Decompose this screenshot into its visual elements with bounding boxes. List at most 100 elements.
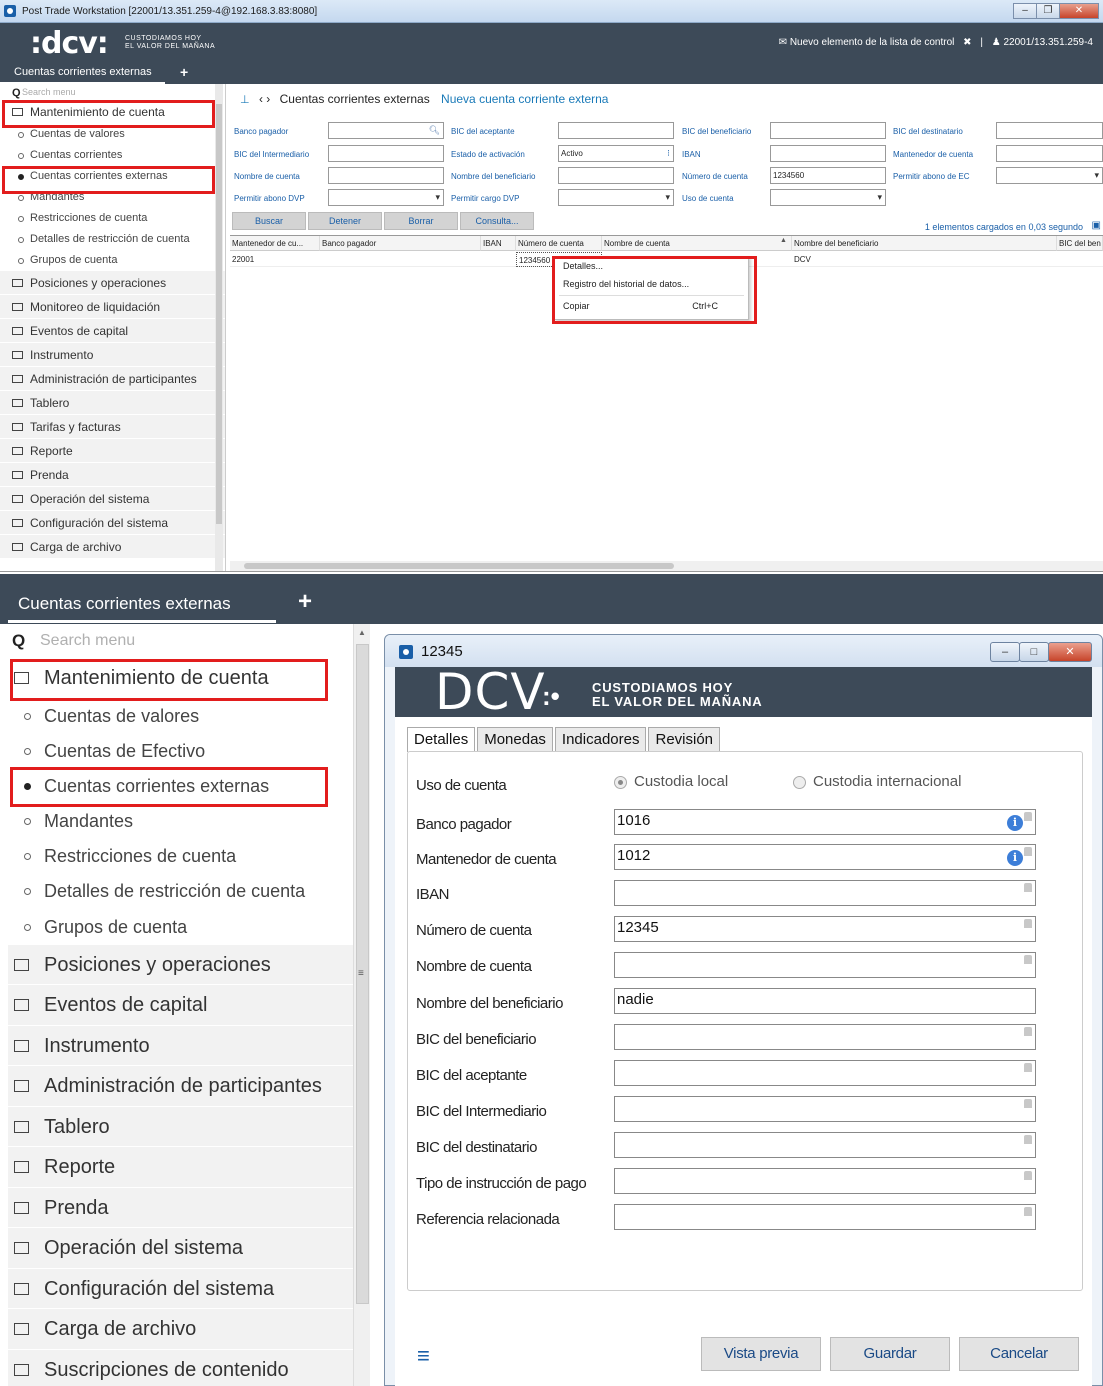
column-header[interactable]: BIC del ben [1057, 236, 1103, 251]
numero-cuenta-input[interactable]: 1234560 [770, 167, 886, 184]
bic-aceptante-input[interactable] [614, 1060, 1036, 1086]
menu-category-tarifas[interactable]: Tarifas y facturas [0, 415, 225, 439]
hamburger-menu-icon[interactable]: ≡ [417, 1343, 430, 1369]
hierarchy-icon[interactable]: ⊥ [240, 94, 250, 106]
bic-destinatario-input[interactable] [614, 1132, 1036, 1158]
menu-item-detalles-restriccion[interactable]: Detalles de restricción de cuenta [0, 229, 225, 250]
referencia-relacionada-input[interactable] [614, 1204, 1036, 1230]
search-menu[interactable]: Q Search menu [0, 84, 225, 100]
menu-item-cuentas-efectivo[interactable]: Cuentas de Efectivo [8, 734, 353, 769]
menu-category-instrumento[interactable]: Instrumento [8, 1025, 353, 1067]
menu-category-eventos[interactable]: Eventos de capital [0, 319, 225, 343]
menu-item-restricciones[interactable]: Restricciones de cuenta [8, 839, 353, 874]
tab-indicadores[interactable]: Indicadores [554, 727, 647, 751]
menu-category-administracion[interactable]: Administración de participantes [8, 1066, 353, 1107]
maximize-button[interactable]: □ [1019, 642, 1049, 662]
back-icon[interactable]: ‹ [259, 92, 263, 106]
menu-category-operacion[interactable]: Operación del sistema [0, 487, 225, 511]
column-header[interactable]: IBAN [481, 236, 516, 251]
column-header[interactable]: Nombre de cuenta [602, 236, 792, 251]
tipo-instruccion-input[interactable] [614, 1168, 1036, 1194]
menu-category-configuracion[interactable]: Configuración del sistema [0, 511, 225, 535]
tab-revision[interactable]: Revisión [648, 727, 721, 751]
detener-button[interactable]: Detener [308, 212, 382, 230]
nombre-cuenta-input[interactable] [328, 167, 444, 184]
permitir-abono-dvp-select[interactable] [328, 189, 444, 206]
menu-category-posiciones[interactable]: Posiciones y operaciones [0, 271, 225, 295]
menu-category-prenda[interactable]: Prenda [0, 463, 225, 487]
forward-icon[interactable]: › [266, 92, 270, 106]
add-tab-button[interactable]: + [180, 64, 188, 80]
search-menu[interactable]: Q Search menu [8, 624, 353, 658]
mantenedor-input[interactable] [996, 145, 1103, 162]
cell-mantenedor[interactable]: 22001 [230, 252, 320, 267]
menu-category-monitoreo[interactable]: Monitoreo de liquidación [0, 295, 225, 319]
bic-intermediario-input[interactable] [328, 145, 444, 162]
tab-cuentas-corrientes-externas[interactable]: Cuentas corrientes externas [18, 594, 231, 614]
cancelar-button[interactable]: Cancelar [959, 1337, 1079, 1371]
menu-category-eventos[interactable]: Eventos de capital [8, 985, 353, 1026]
bic-destinatario-input[interactable] [996, 122, 1103, 139]
menu-item-grupos[interactable]: Grupos de cuenta [8, 910, 353, 945]
vista-previa-button[interactable]: Vista previa [701, 1337, 821, 1371]
radio-button[interactable] [614, 776, 627, 789]
sidebar-scrollbar[interactable] [215, 84, 223, 571]
tab-monedas[interactable]: Monedas [477, 727, 553, 751]
consulta-button[interactable]: Consulta... [460, 212, 534, 230]
search-input[interactable]: Search menu [40, 632, 135, 649]
radio-custodia-internacional[interactable]: Custodia internacional [793, 773, 961, 790]
menu-category-configuracion[interactable]: Configuración del sistema [8, 1268, 353, 1310]
estado-activacion-select[interactable]: Activo ⁝ [558, 145, 674, 162]
uso-cuenta-select[interactable] [770, 189, 886, 206]
search-icon[interactable]: 🔍︎ [429, 123, 440, 138]
menu-category-operacion[interactable]: Operación del sistema [8, 1228, 353, 1269]
bic-beneficiario-input[interactable] [614, 1024, 1036, 1050]
info-icon[interactable]: i [1007, 850, 1023, 866]
menu-item-detalles-restriccion[interactable]: Detalles de restricción de cuenta [8, 874, 353, 909]
buscar-button[interactable]: Buscar [232, 212, 306, 230]
menu-item-grupos[interactable]: Grupos de cuenta [0, 250, 225, 271]
bic-intermediario-input[interactable] [614, 1096, 1036, 1122]
minimize-button[interactable]: – [990, 642, 1020, 662]
scrollbar-thumb[interactable] [244, 563, 674, 569]
watchlist-link[interactable]: Nuevo elemento de la lista de control [790, 37, 955, 48]
menu-category-carga[interactable]: Carga de archivo [0, 535, 225, 559]
tab-detalles[interactable]: Detalles [407, 727, 476, 752]
column-header[interactable]: Nombre del beneficiario [792, 236, 1057, 251]
cell-beneficiario[interactable]: DCV [792, 252, 1057, 267]
bic-beneficiario-input[interactable] [770, 122, 886, 139]
search-input[interactable]: Search menu [22, 87, 76, 97]
nombre-beneficiario-input[interactable]: nadie [614, 988, 1036, 1014]
menu-category-prenda[interactable]: Prenda [8, 1187, 353, 1229]
menu-item-mandantes[interactable]: Mandantes [8, 804, 353, 839]
user-name[interactable]: 22001/13.351.259-4 [1003, 37, 1093, 48]
menu-item-cuentas-valores[interactable]: Cuentas de valores [8, 699, 353, 734]
column-header[interactable]: Número de cuenta [516, 236, 602, 251]
maximize-button[interactable]: ❐ [1036, 3, 1060, 19]
menu-category-reporte[interactable]: Reporte [0, 439, 225, 463]
iban-input[interactable] [770, 145, 886, 162]
bic-aceptante-input[interactable] [558, 122, 674, 139]
add-tab-button[interactable]: + [298, 588, 312, 616]
scrollbar-thumb[interactable] [216, 104, 222, 524]
spinner-icon[interactable]: ⁝ [667, 146, 670, 161]
save-icon[interactable]: ▣ [1092, 220, 1101, 231]
new-external-account-link[interactable]: Nueva cuenta corriente externa [441, 92, 608, 106]
iban-input[interactable] [614, 880, 1036, 906]
close-button[interactable]: ✕ [1048, 642, 1092, 662]
close-icon[interactable]: ✖ [963, 37, 971, 48]
menu-item-restricciones[interactable]: Restricciones de cuenta [0, 208, 225, 229]
menu-category-posiciones[interactable]: Posiciones y operaciones [8, 944, 353, 986]
guardar-button[interactable]: Guardar [830, 1337, 950, 1371]
mantenedor-cuenta-input[interactable]: 1012 i [614, 844, 1036, 870]
menu-category-suscripciones[interactable]: Suscripciones de contenido [8, 1349, 353, 1386]
info-icon[interactable]: i [1007, 815, 1023, 831]
nombre-cuenta-input[interactable] [614, 952, 1036, 978]
menu-category-reporte[interactable]: Reporte [8, 1147, 353, 1188]
numero-cuenta-input[interactable]: 12345 [614, 916, 1036, 942]
horizontal-scrollbar[interactable] [230, 561, 1103, 571]
menu-category-instrumento[interactable]: Instrumento [0, 343, 225, 367]
menu-category-tablero[interactable]: Tablero [8, 1106, 353, 1148]
menu-category-carga[interactable]: Carga de archivo [8, 1309, 353, 1350]
menu-category-tablero[interactable]: Tablero [0, 391, 225, 415]
